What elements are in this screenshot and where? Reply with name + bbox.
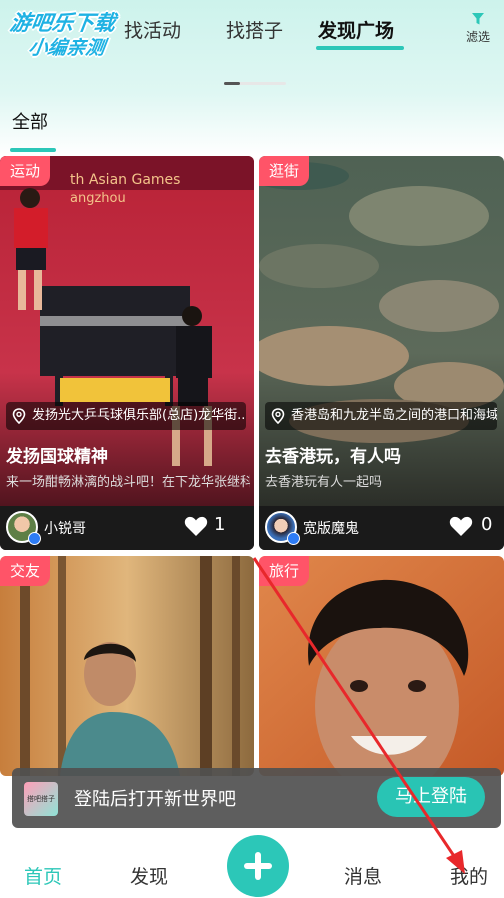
category-all[interactable]: 全部 (12, 108, 48, 134)
location-pin-icon (271, 408, 285, 424)
post-description: 去香港玩有人一起吗 (265, 475, 383, 490)
nav-home[interactable]: 首页 (24, 862, 62, 889)
post-image-portrait-forest (0, 556, 254, 776)
category-tag: 交友 (0, 556, 51, 586)
active-tab-indicator (316, 46, 404, 50)
username[interactable]: 小锐哥 (44, 518, 86, 538)
app-logo: 搭吧搭子 (24, 782, 58, 816)
location-text: 发扬光大乒乓球俱乐部(总店)龙华街... (32, 408, 246, 423)
verified-badge (287, 532, 300, 545)
post-footer: 小锐哥 1 (0, 506, 254, 550)
create-post-button[interactable] (227, 835, 289, 897)
filter-button[interactable]: 滤选 (462, 12, 494, 45)
scroll-indicator (224, 82, 286, 85)
filter-icon (472, 13, 484, 25)
post-card[interactable]: th Asian Games angzhou 运动 发扬光大乒乓球俱乐部(总店)… (0, 156, 254, 550)
filter-label: 滤选 (465, 30, 490, 44)
location-text: 香港岛和九龙半岛之间的港口和海域... (291, 408, 497, 423)
svg-text:angzhou: angzhou (70, 191, 126, 206)
category-tag: 运动 (0, 156, 51, 186)
like-count: 1 (214, 514, 226, 535)
post-description: 来一场酣畅淋漓的战斗吧！在下龙华张继科... (6, 475, 250, 490)
heart-icon[interactable] (184, 515, 208, 537)
tab-find-partner[interactable]: 找搭子 (226, 16, 283, 43)
post-image-portrait-smile (259, 556, 504, 776)
post-image-seaside (259, 156, 504, 550)
post-title: 发扬国球精神 (6, 447, 108, 467)
post-card[interactable]: 旅行 (259, 556, 504, 776)
verified-badge (28, 532, 41, 545)
location-label: 香港岛和九龙半岛之间的港口和海域... (265, 402, 497, 430)
tab-discover-square[interactable]: 发现广场 (318, 16, 394, 43)
svg-text:th Asian Games: th Asian Games (70, 172, 180, 188)
watermark-line1: 游吧乐下载 (8, 11, 117, 35)
nav-me[interactable]: 我的 (450, 862, 488, 889)
post-footer: 宽版魔鬼 0 (259, 506, 504, 550)
login-now-button[interactable]: 马上登陆 (377, 777, 485, 817)
post-card[interactable]: 逛街 香港岛和九龙半岛之间的港口和海域... 去香港玩，有人吗 去香港玩有人一起… (259, 156, 504, 550)
category-tag: 逛街 (259, 156, 310, 186)
heart-icon[interactable] (449, 515, 473, 537)
watermark-line2: 小编亲测 (27, 37, 107, 59)
watermark: 游吧乐下载 小编亲测 (4, 10, 152, 66)
login-prompt-banner: 搭吧搭子 登陆后打开新世界吧 马上登陆 (12, 768, 501, 828)
nav-discover[interactable]: 发现 (130, 862, 168, 889)
login-prompt-text: 登陆后打开新世界吧 (74, 789, 236, 810)
location-pin-icon (12, 408, 26, 424)
nav-messages[interactable]: 消息 (344, 862, 382, 889)
location-label: 发扬光大乒乓球俱乐部(总店)龙华街... (6, 402, 246, 430)
post-image-table-tennis: th Asian Games angzhou (0, 156, 254, 550)
post-card[interactable]: 交友 (0, 556, 254, 776)
username[interactable]: 宽版魔鬼 (303, 518, 359, 538)
post-title: 去香港玩，有人吗 (265, 447, 401, 467)
like-count: 0 (481, 514, 493, 535)
category-underline (10, 148, 56, 152)
plus-icon (244, 852, 272, 880)
category-tag: 旅行 (259, 556, 310, 586)
